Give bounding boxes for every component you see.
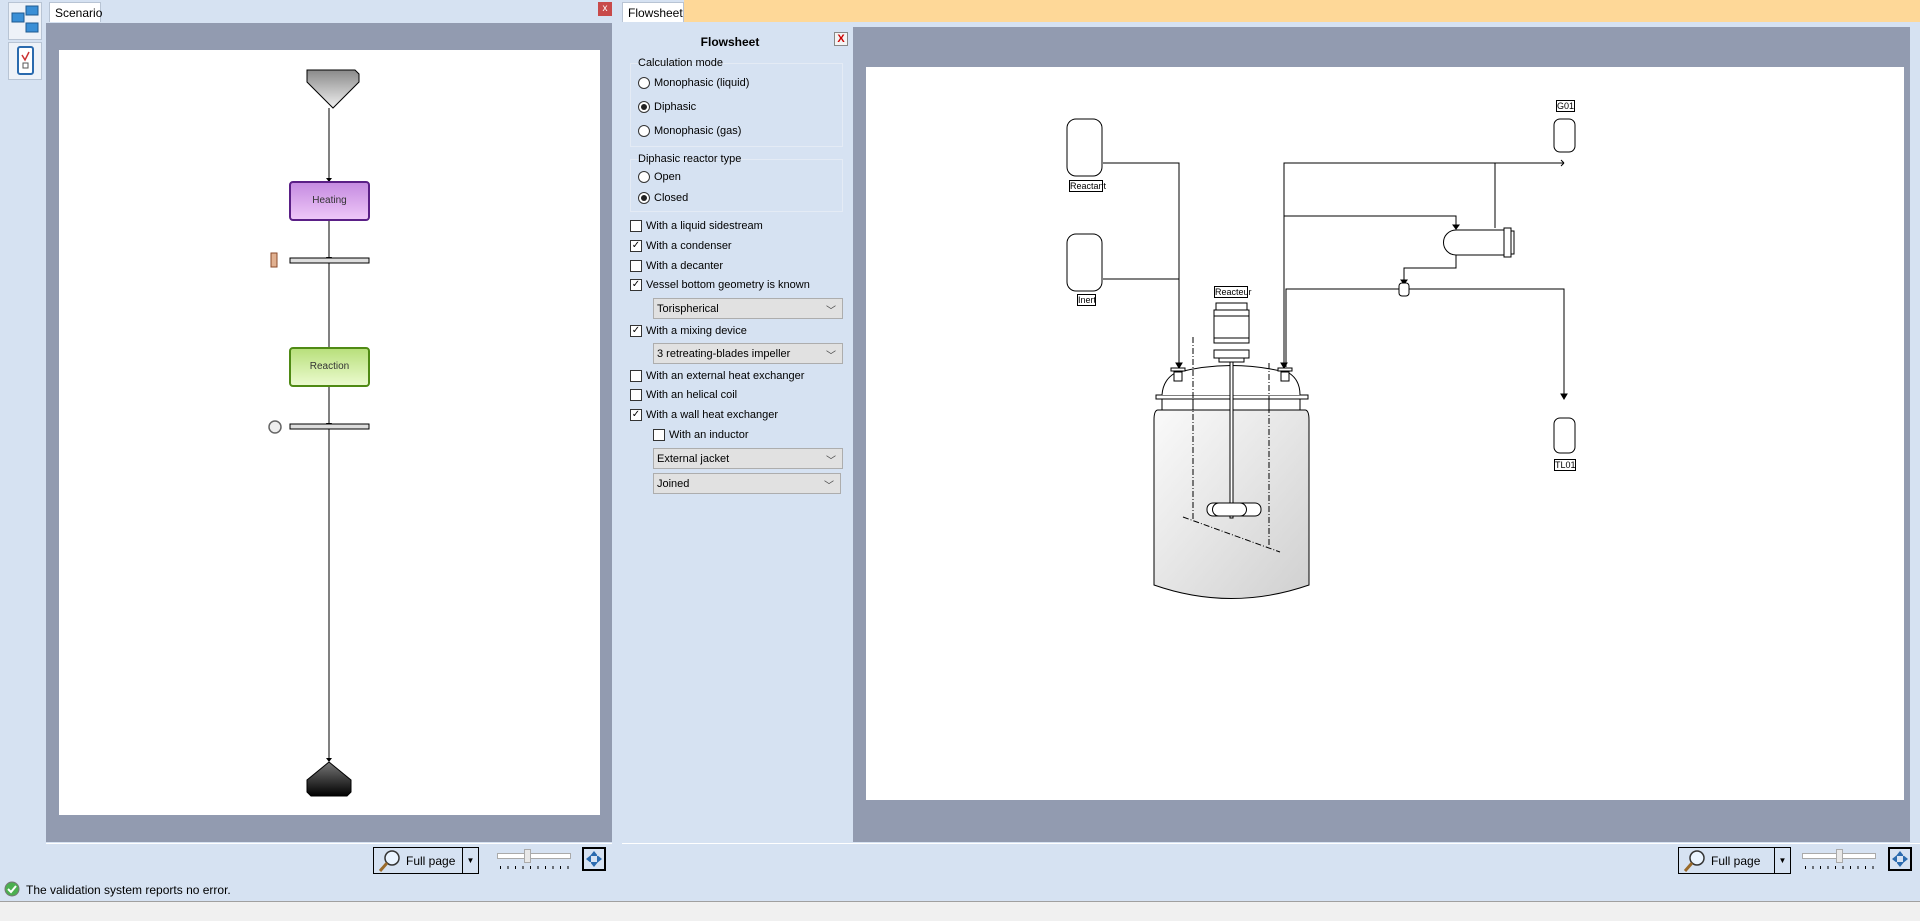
liquid-outlet-tank[interactable] [1553,417,1576,454]
bottom-area [0,902,1920,921]
fit-page-button[interactable] [1888,847,1912,871]
status-bar: The validation system reports no error. [0,877,1920,902]
agitator-motor[interactable] [1213,302,1250,363]
zoom-mode-label: Full page [1711,854,1761,868]
condenser[interactable] [1443,229,1505,256]
separator[interactable] [1398,282,1410,297]
reactant-label: Reactant [1069,180,1107,192]
vapor-line [1283,159,1565,398]
gas-outlet-label: G01 [1556,100,1575,112]
status-message: The validation system reports no error. [26,883,231,897]
zoom-slider[interactable] [1802,849,1878,871]
zoom-mode-select[interactable]: Full page ▼ [1678,847,1791,874]
liquid-outlet-label: TL01 [1554,459,1576,471]
inert-label: Inert [1077,294,1097,306]
flowsheet-diagram [1066,118,1576,599]
gas-outlet-tank[interactable] [1553,118,1576,153]
feed-line [1103,162,1180,367]
flowsheet-toolbar: Full page ▼ [622,843,1920,874]
check-circle-icon [4,881,20,897]
magnifier-icon [1683,850,1705,872]
agitator-shaft [1229,361,1234,519]
impeller [1206,502,1262,517]
reactor-label: Reacteur [1214,286,1252,298]
reactant-tank[interactable] [1066,118,1103,177]
dropdown-arrow-icon[interactable]: ▼ [1774,848,1790,873]
inert-tank[interactable] [1066,233,1103,292]
fit-arrows-icon [1892,851,1908,867]
